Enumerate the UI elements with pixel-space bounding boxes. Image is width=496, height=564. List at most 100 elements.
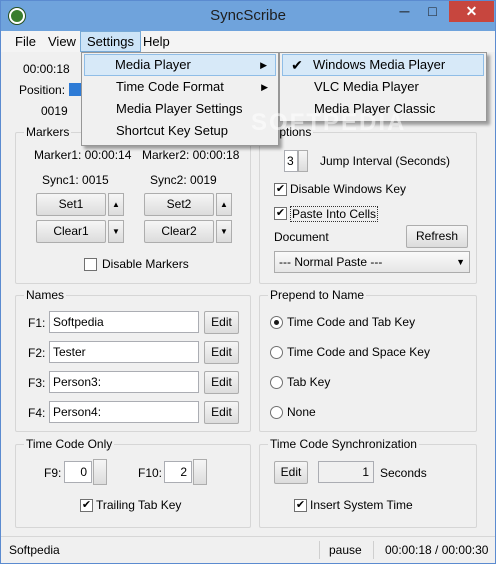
f9-stepper[interactable] (93, 459, 107, 485)
disable-windows-key-checkbox[interactable]: ✔ (274, 183, 287, 196)
prepend-radio-timecode-space[interactable] (270, 346, 283, 359)
status-divider (319, 541, 320, 559)
insert-system-time-label: Insert System Time (310, 498, 413, 512)
menu-file[interactable]: File (9, 31, 42, 52)
paste-into-cells-label: Paste Into Cells (290, 206, 379, 222)
position-label: Position: (19, 83, 66, 97)
chevron-down-icon: ▼ (456, 257, 465, 267)
edit-f2-button[interactable]: Edit (204, 341, 239, 364)
current-time: 00:00:18 (23, 62, 70, 76)
f10-label: F10: (138, 466, 163, 480)
marker1-label: Marker1: 00:00:14 (34, 148, 132, 162)
sync2-label: Sync2: 0019 (150, 173, 217, 187)
windows-media-player-label: Windows Media Player (313, 57, 446, 72)
name-field-f2[interactable]: Tester (49, 341, 199, 363)
prepend-label-tab: Tab Key (287, 375, 331, 389)
prepend-radio-tab[interactable] (270, 376, 283, 389)
document-label: Document (274, 230, 329, 244)
paste-into-cells-checkbox[interactable]: ✔ (274, 207, 287, 220)
menu-item-windows-media-player[interactable]: ✔ Windows Media Player (282, 54, 484, 76)
marker1-up-button[interactable]: ▲ (108, 193, 124, 216)
set2-button[interactable]: Set2 (144, 193, 214, 216)
menu-view[interactable]: View (42, 31, 82, 52)
menu-item-media-player-settings[interactable]: Media Player Settings (84, 98, 276, 120)
check-icon: ✔ (291, 57, 303, 73)
prepend-label-timecode-tab: Time Code and Tab Key (287, 315, 416, 329)
time-code-format-label: Time Code Format (116, 79, 224, 94)
watermark: SOFTPEDIA (251, 109, 407, 136)
menu-settings[interactable]: Settings (80, 31, 141, 52)
menu-item-shortcut-key-setup[interactable]: Shortcut Key Setup (84, 120, 276, 142)
status-divider (373, 541, 374, 559)
trailing-tab-checkbox[interactable]: ✔ (80, 499, 93, 512)
name-field-f3[interactable]: Person3: (49, 371, 199, 393)
jump-interval-stepper[interactable] (298, 150, 308, 172)
sync-seconds-label: Seconds (380, 466, 427, 480)
disable-markers-label: Disable Markers (102, 257, 189, 271)
marker2-up-button[interactable]: ▲ (216, 193, 232, 216)
insert-system-time-checkbox[interactable]: ✔ (294, 499, 307, 512)
name-field-f4[interactable]: Person4: (49, 401, 199, 423)
status-time: 00:00:18 / 00:00:30 (385, 543, 489, 557)
marker1-down-button[interactable]: ▼ (108, 220, 124, 243)
prepend-title: Prepend to Name (268, 288, 367, 302)
sync-title: Time Code Synchronization (268, 437, 419, 451)
options-group: Options 3 Jump Interval (Seconds) ✔ Disa… (259, 125, 477, 284)
status-text: Softpedia (9, 543, 60, 557)
app-window: SyncScribe ─ □ ✕ File View Settings Help… (0, 0, 496, 564)
prepend-radio-timecode-tab[interactable] (270, 316, 283, 329)
frame-count: 0019 (41, 104, 68, 118)
names-group: Names F1: Softpedia Edit F2: Tester Edit… (15, 288, 251, 432)
minimize-button[interactable]: ─ (391, 1, 418, 22)
title-bar[interactable]: SyncScribe ─ □ ✕ (1, 1, 495, 31)
disable-windows-key-label: Disable Windows Key (290, 182, 407, 196)
submenu-arrow-icon: ▶ (260, 60, 267, 70)
menu-item-media-player[interactable]: Media Player ▶ (84, 54, 276, 76)
trailing-tab-label: Trailing Tab Key (96, 498, 182, 512)
prepend-label-none: None (287, 405, 316, 419)
refresh-button[interactable]: Refresh (406, 225, 468, 248)
sync-group: Time Code Synchronization Edit 1 Seconds… (259, 437, 477, 528)
menu-item-vlc-media-player[interactable]: VLC Media Player (282, 76, 484, 98)
edit-f4-button[interactable]: Edit (204, 401, 239, 424)
prepend-label-timecode-space: Time Code and Space Key (287, 345, 430, 359)
name-key-f3: F3: (28, 376, 46, 390)
name-key-f4: F4: (28, 406, 46, 420)
maximize-button[interactable]: □ (419, 1, 446, 22)
menu-help[interactable]: Help (137, 31, 176, 52)
jump-interval-value[interactable]: 3 (284, 150, 298, 172)
close-button[interactable]: ✕ (449, 1, 494, 22)
menu-bar: File View Settings Help (1, 31, 495, 52)
edit-f3-button[interactable]: Edit (204, 371, 239, 394)
prepend-radio-none[interactable] (270, 406, 283, 419)
media-player-label: Media Player (115, 57, 191, 72)
paste-mode-select[interactable]: --- Normal Paste --- ▼ (274, 251, 470, 273)
markers-group: Markers Marker1: 00:00:14 Marker2: 00:00… (15, 125, 251, 284)
name-field-f1[interactable]: Softpedia (49, 311, 199, 333)
sync-seconds-value: 1 (318, 461, 374, 483)
markers-title: Markers (24, 125, 72, 139)
jump-interval-label: Jump Interval (Seconds) (320, 154, 451, 168)
settings-menu: Media Player ▶ Time Code Format ▶ Media … (81, 52, 279, 146)
f9-value[interactable]: 0 (64, 461, 92, 483)
set1-button[interactable]: Set1 (36, 193, 106, 216)
marker2-down-button[interactable]: ▼ (216, 220, 232, 243)
edit-f1-button[interactable]: Edit (204, 311, 239, 334)
menu-item-time-code-format[interactable]: Time Code Format ▶ (84, 76, 276, 98)
clear2-button[interactable]: Clear2 (144, 220, 214, 243)
name-key-f2: F2: (28, 346, 46, 360)
name-key-f1: F1: (28, 316, 46, 330)
disable-markers-checkbox[interactable] (84, 258, 97, 271)
marker2-label: Marker2: 00:00:18 (142, 148, 240, 162)
f10-value[interactable]: 2 (164, 461, 192, 483)
submenu-arrow-icon: ▶ (261, 82, 268, 92)
f10-stepper[interactable] (193, 459, 207, 485)
clear1-button[interactable]: Clear1 (36, 220, 106, 243)
sync-edit-button[interactable]: Edit (274, 461, 308, 484)
status-bar: Softpedia pause 00:00:18 / 00:00:30 (1, 536, 495, 563)
sync1-label: Sync1: 0015 (42, 173, 109, 187)
paste-mode-value: --- Normal Paste --- (279, 255, 383, 269)
timecode-only-group: Time Code Only F9: 0 F10: 2 ✔ Trailing T… (15, 437, 251, 528)
timecode-only-title: Time Code Only (24, 437, 115, 451)
names-title: Names (24, 288, 67, 302)
